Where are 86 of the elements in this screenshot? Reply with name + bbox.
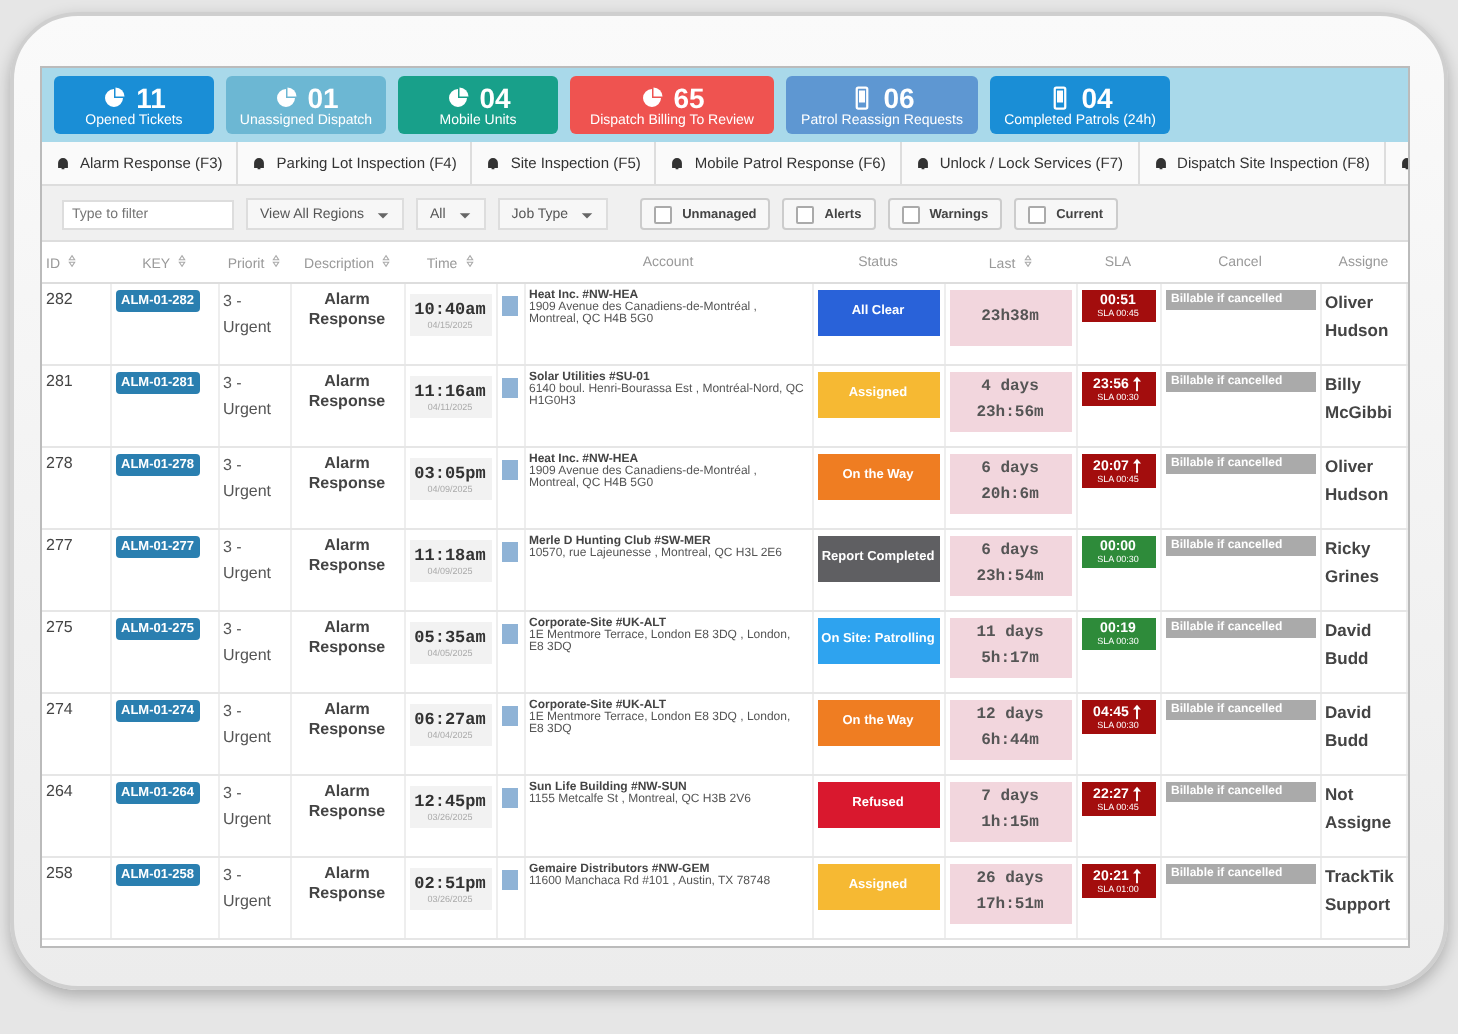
checkbox[interactable] [1028, 205, 1047, 223]
elapsed-text: 23h:54m [976, 565, 1044, 590]
bell-icon [915, 156, 930, 170]
pie-chart-icon [102, 86, 127, 110]
description-cell-text: Alarm Response [306, 290, 388, 332]
id-cell: 277 [46, 536, 73, 554]
description-cell-text: Alarm Response [306, 618, 388, 660]
sort-icon[interactable] [177, 253, 186, 267]
caret-icon [580, 207, 595, 221]
bell-icon [1153, 156, 1168, 170]
sort-icon[interactable] [272, 253, 281, 267]
id-cell: 275 [46, 618, 73, 636]
expand-icon[interactable] [501, 542, 517, 562]
sort-icon[interactable] [381, 253, 390, 267]
sort-icon[interactable] [67, 253, 76, 267]
description-cell-text: Alarm Response [306, 372, 388, 414]
expand-icon[interactable] [501, 870, 517, 890]
elapsed-text: 12 days [976, 704, 1044, 728]
elapsed-text: 20h:6m [981, 483, 1039, 508]
checkbox[interactable] [654, 205, 673, 223]
priority-cell-text: 3 - Urgent [223, 454, 274, 504]
bell-icon [670, 156, 685, 170]
id-cell: 258 [46, 864, 73, 882]
bell-icon [486, 156, 501, 170]
elapsed-text: 1h:15m [981, 811, 1039, 836]
id-cell: 281 [46, 372, 73, 390]
priority-cell-text: 3 - Urgent [223, 782, 274, 832]
time-text: 10:40am [414, 300, 486, 320]
expand-icon[interactable] [501, 378, 517, 398]
expand-icon[interactable] [501, 706, 517, 726]
assignee-cell-text: Ricky Grines [1325, 536, 1381, 590]
time-text: 12:45pm [414, 792, 486, 812]
description-cell-text: Alarm Response [306, 454, 388, 496]
bell-icon [252, 156, 267, 170]
expand-icon[interactable] [501, 296, 517, 316]
description-cell-text: Alarm Response [306, 864, 388, 906]
elapsed-text: 4 days [981, 376, 1039, 400]
pie-chart-icon [639, 86, 664, 110]
description-cell-text: Alarm Response [306, 700, 388, 742]
elapsed-text: 23h38m [981, 305, 1039, 330]
caret-icon [457, 207, 472, 221]
assignee-cell-text: David Budd [1325, 700, 1374, 754]
id-cell: 278 [46, 454, 73, 472]
checkbox[interactable] [901, 205, 920, 223]
assignee-cell-text: Oliver Hudson [1325, 290, 1391, 344]
time-text: 06:27am [414, 710, 486, 730]
expand-icon[interactable] [501, 460, 517, 480]
elapsed-text: 11 days [976, 622, 1044, 646]
id-cell: 282 [46, 290, 73, 308]
assignee-cell-text: Oliver Hudson [1325, 454, 1391, 508]
elapsed-text: 17h:51m [976, 893, 1044, 918]
assignee-cell-text: TrackTik Support [1325, 864, 1396, 918]
time-text: 03:05pm [414, 464, 486, 484]
description-cell-text: Alarm Response [306, 536, 388, 578]
expand-icon[interactable] [501, 788, 517, 808]
elapsed-text: 26 days [976, 868, 1044, 892]
checkbox[interactable] [796, 205, 815, 223]
pie-chart-icon [445, 86, 470, 110]
bell-icon [56, 156, 70, 170]
elapsed-text: 6h:44m [981, 729, 1039, 754]
priority-cell-text: 3 - Urgent [223, 290, 274, 340]
expand-icon[interactable] [501, 624, 517, 644]
priority-cell-text: 3 - Urgent [223, 372, 274, 422]
priority-cell-text: 3 - Urgent [223, 536, 274, 586]
time-text: 05:35am [414, 628, 486, 648]
time-text: 02:51pm [414, 874, 486, 894]
id-cell: 264 [46, 782, 73, 800]
assignee-cell-text: Not Assigne [1325, 782, 1394, 836]
time-text: 11:16am [414, 382, 486, 402]
id-cell: 274 [46, 700, 73, 718]
elapsed-text: 7 days [981, 786, 1039, 810]
caret-icon [376, 207, 391, 221]
pie-chart-icon [273, 86, 298, 110]
priority-cell-text: 3 - Urgent [223, 700, 274, 750]
assignee-cell-text: David Budd [1325, 618, 1374, 672]
elapsed-text: 6 days [981, 458, 1039, 482]
elapsed-text: 23h:56m [976, 401, 1044, 426]
sort-icon[interactable] [465, 253, 474, 267]
time-text: 11:18am [414, 546, 486, 566]
priority-cell-text: 3 - Urgent [223, 864, 274, 914]
sort-icon[interactable] [1023, 253, 1032, 267]
priority-cell-text: 3 - Urgent [223, 618, 274, 668]
description-cell-text: Alarm Response [306, 782, 388, 824]
assignee-cell-text: Billy McGibbi [1325, 372, 1395, 426]
elapsed-text: 5h:17m [981, 647, 1039, 672]
elapsed-text: 6 days [981, 540, 1039, 564]
